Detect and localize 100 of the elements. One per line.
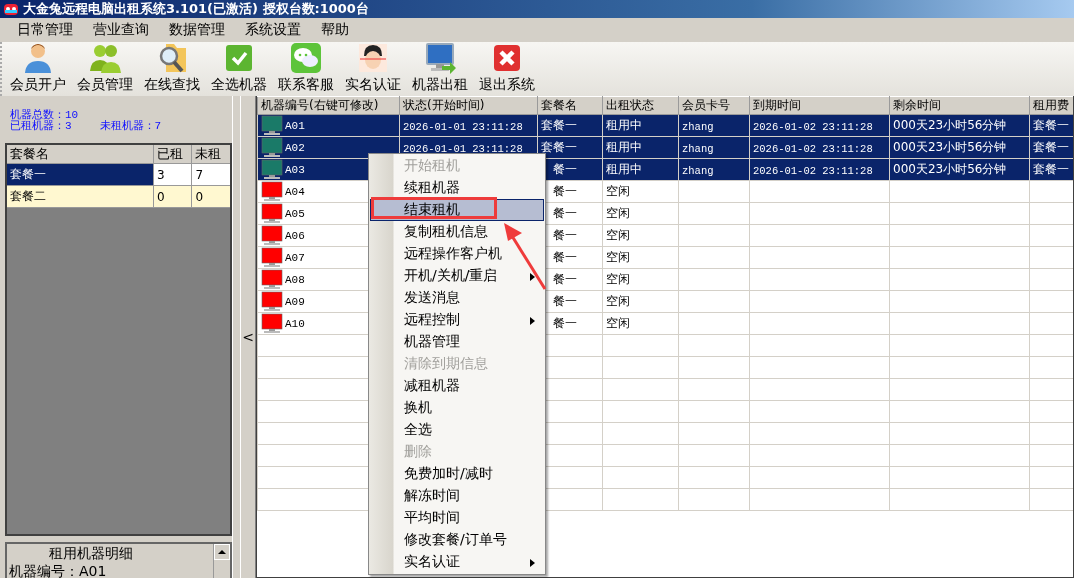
scroll-up-icon[interactable] [214,544,230,560]
menu-item[interactable]: 修改套餐/订单号 [370,529,544,551]
toolbar-button[interactable]: 退出系统 [473,42,540,94]
menu-item[interactable]: 全选 [370,419,544,441]
monitor-icon [423,42,456,74]
column-header[interactable]: 租用费 [1029,96,1073,115]
toolbar-button[interactable]: 实名认证 [339,42,406,94]
table-cell: 餐一 [553,162,577,176]
column-header[interactable]: 剩余时间 [889,96,1030,115]
table-cell[interactable]: 套餐二 [6,185,154,208]
menu-item[interactable]: 实名认证 [370,551,544,573]
table-cell: 2026-01-02 23:11:28 [753,120,873,133]
menu-item[interactable]: 系统设置 [235,21,311,39]
table-cell: 000天23小时56分钟 [893,118,1007,132]
table-cell: 空闲 [606,206,630,220]
table-cell: 套餐一 [1033,162,1069,176]
menu-item[interactable]: 续租机器 [370,177,544,199]
table-cell: 2026-01-02 23:11:28 [753,142,873,155]
toolbar-button[interactable]: 会员管理 [71,42,138,94]
table-cell: 套餐一 [541,118,577,132]
toolbar-button[interactable]: 全选机器 [205,42,272,94]
menu-item[interactable]: 换机 [370,397,544,419]
toolbar-button[interactable]: 在线查找 [138,42,205,94]
column-header[interactable]: 出租状态 [602,96,679,115]
pointer-arrow [504,223,547,290]
column-header[interactable]: 未租 [191,144,231,164]
submenu-arrow-icon [530,559,535,567]
menu-item[interactable]: 结束租机 [370,199,544,221]
column-header[interactable]: 机器编号(右键可修改) [257,96,400,115]
menu-item[interactable]: 发送消息 [370,287,544,309]
table-cell: 2026-01-01 23:11:28 [403,120,523,133]
menu-item[interactable]: 远程操作客户机 [370,243,544,265]
toolbar-button[interactable]: 联系客服 [272,42,339,94]
table-cell: zhang [682,164,714,177]
face-scan-icon [356,42,389,74]
panel-title: 租用机器明细 [48,544,134,562]
table-cell: 套餐一 [1033,118,1069,132]
table-cell: 餐一 [553,250,577,264]
column-header[interactable]: 套餐名 [6,144,154,164]
table-cell[interactable]: 套餐一 [6,163,154,186]
table-cell: 2026-01-01 23:11:28 [403,142,523,155]
table-cell: 餐一 [553,272,577,286]
table-cell: 餐一 [553,206,577,220]
menu-item[interactable]: 平均时间 [370,507,544,529]
machine-id: A04 [285,185,305,198]
detail-text: 机器编号：A01 [8,562,108,578]
table-cell: 租用中 [606,140,642,154]
menu-item[interactable]: 免费加时/减时 [370,463,544,485]
menu-item[interactable]: 营业查询 [83,21,159,39]
table-cell: 餐一 [553,294,577,308]
collapse-splitter[interactable]: < [242,329,254,345]
toolbar-button[interactable]: 会员开户 [4,42,71,94]
menu-item[interactable]: 开机/关机/重启 [370,265,544,287]
table-cell: 餐一 [553,184,577,198]
column-header[interactable]: 已租 [153,144,192,164]
menu-item[interactable]: 减租机器 [370,375,544,397]
table-cell: 空闲 [606,272,630,286]
table-cell: 空闲 [606,184,630,198]
column-header[interactable]: 会员卡号 [678,96,750,115]
column-header[interactable]: 状态(开始时间) [399,96,538,115]
menu-item[interactable]: 帮助 [311,21,359,39]
idle-machines-label: 未租机器：7 [99,121,162,132]
toolbar-button[interactable]: 机器出租 [406,42,473,94]
table-cell: zhang [682,142,714,155]
machine-id: A08 [285,273,305,286]
machine-id: A10 [285,317,305,330]
table-cell: 空闲 [606,228,630,242]
table-cell: 租用中 [606,118,642,132]
table-cell: 餐一 [553,228,577,242]
table-cell: 2026-01-02 23:11:28 [753,164,873,177]
app-icon [3,2,19,16]
total-machines-label: 机器总数：10 [10,110,79,121]
machine-id: A01 [285,119,305,132]
rented-machines-label: 已租机器：3 [10,121,72,132]
table-cell: 餐一 [553,316,577,330]
menu-item[interactable]: 数据管理 [159,21,235,39]
table-cell: 空闲 [606,250,630,264]
machine-id: A09 [285,295,305,308]
menu-item[interactable]: 解冻时间 [370,485,544,507]
menu-item[interactable]: 机器管理 [370,331,544,353]
column-header[interactable]: 到期时间 [749,96,890,115]
machine-id: A05 [285,207,305,220]
menu-item[interactable]: 日常管理 [7,21,83,39]
table-cell: 套餐一 [1033,140,1069,154]
menu-item[interactable]: 远程控制 [370,309,544,331]
table-cell: 000天23小时56分钟 [893,162,1007,176]
table-cell: 租用中 [606,162,642,176]
window-title: 大金兔远程电脑出租系统3.101(已激活) 授权台数:1000台 [23,0,369,18]
table-cell: 空闲 [606,316,630,330]
machine-id: A06 [285,229,305,242]
column-header[interactable]: 套餐名 [537,96,603,115]
submenu-arrow-icon [530,273,535,281]
table-cell: 空闲 [606,294,630,308]
submenu-arrow-icon [530,317,535,325]
table-cell: 套餐一 [541,140,577,154]
table-cell: zhang [682,120,714,133]
machine-id: A03 [285,163,305,176]
menu-item[interactable]: 复制租机信息 [370,221,544,243]
chat-icon [289,42,322,74]
machine-id: A02 [285,141,305,154]
